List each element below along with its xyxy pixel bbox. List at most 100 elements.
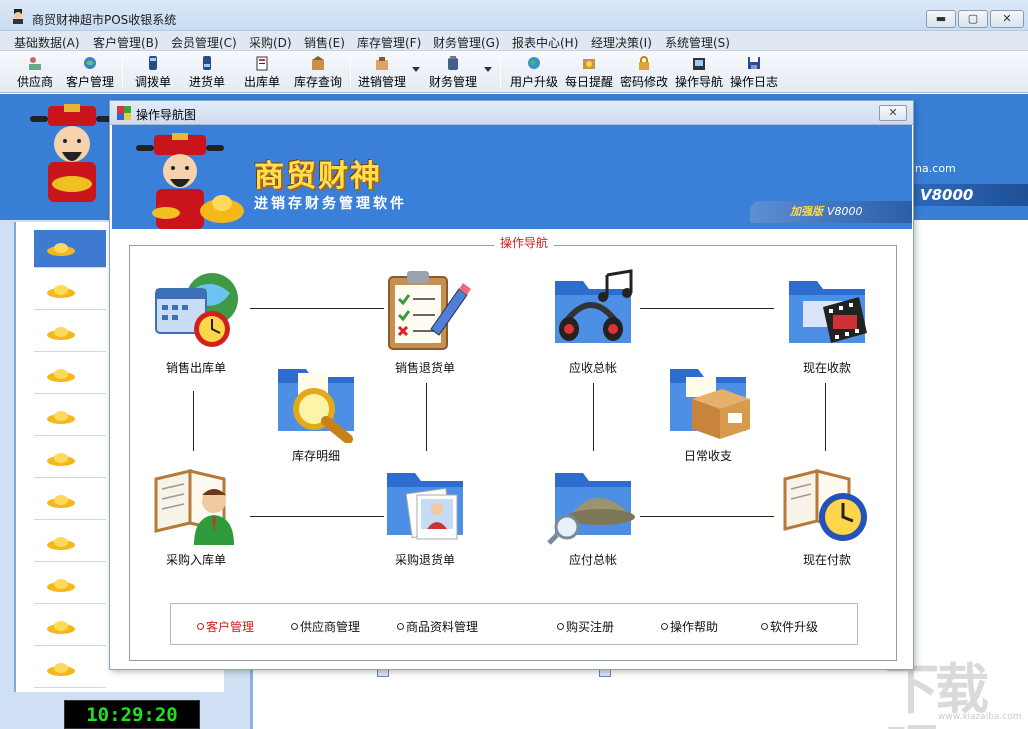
menu-bar: 基础数据(A) 客户管理(B) 会员管理(C) 采购(D) 销售(E) 库存管理…	[0, 31, 1028, 51]
gold-ingot-icon	[47, 621, 75, 634]
window-title: 商贸财神超市POS收银系统	[32, 13, 177, 27]
flow-connector	[640, 308, 774, 309]
menu-system[interactable]: 系统管理(S)	[665, 34, 730, 51]
link-purchase-register[interactable]: 购买注册	[557, 618, 614, 635]
toolbar-separator	[500, 55, 501, 89]
menu-reports[interactable]: 报表中心(H)	[512, 34, 578, 51]
fortune-god-icon	[136, 133, 244, 229]
sidebar-item[interactable]	[34, 566, 106, 604]
supplier-button[interactable]: 供应商	[14, 53, 56, 91]
menu-sales[interactable]: 销售(E)	[304, 34, 345, 51]
daily-reminder-button[interactable]: 每日提醒	[563, 53, 615, 91]
folder-headphones-icon	[555, 269, 633, 343]
menu-inventory[interactable]: 库存管理(F)	[357, 34, 421, 51]
folder-film-icon	[789, 281, 867, 343]
sidebar-item[interactable]	[34, 356, 106, 394]
node-label: 库存明细	[291, 449, 340, 463]
transfer-button[interactable]: 调拨单	[132, 53, 174, 91]
finance-mgmt-button[interactable]: 财务管理	[427, 53, 479, 91]
menu-customer[interactable]: 客户管理(B)	[93, 34, 159, 51]
close-button[interactable]: ✕	[990, 10, 1024, 28]
book-clock-icon	[783, 469, 867, 541]
flow-connector	[825, 383, 826, 451]
globe-icon	[528, 57, 540, 69]
sidebar-item[interactable]	[34, 608, 106, 646]
finance-icon	[448, 56, 458, 70]
node-purchase-return[interactable]: 采购退货单	[365, 459, 485, 568]
node-stock-detail[interactable]: 库存明细	[256, 355, 376, 464]
menu-member[interactable]: 会员管理(C)	[171, 34, 237, 51]
password-change-button[interactable]: 密码修改	[618, 53, 670, 91]
gold-ingot-icon	[47, 369, 75, 382]
operation-navigation-button[interactable]: 操作导航	[673, 53, 725, 91]
node-label: 现在收款	[802, 361, 851, 375]
user-upgrade-button[interactable]: 用户升级	[508, 53, 560, 91]
brand-name: 商贸财神	[254, 159, 382, 194]
sidebar-item[interactable]	[34, 482, 106, 520]
node-cash-payment[interactable]: 现在付款	[767, 459, 887, 568]
node-label: 采购入库单	[165, 553, 226, 567]
link-customer-management[interactable]: 客户管理	[197, 618, 254, 635]
minimize-button[interactable]: ▬	[926, 10, 956, 28]
node-cash-receipt[interactable]: 现在收款	[767, 267, 887, 376]
navigation-cube-icon	[117, 106, 131, 120]
menu-basic-data[interactable]: 基础数据(A)	[14, 34, 80, 51]
folder-helmet-icon	[547, 473, 635, 545]
sidebar-item[interactable]	[34, 230, 106, 268]
navigation-dialog: 操作导航图 ✕ 商贸财神 进销存财务管理软件 加强版 V8000 操作导航 销售…	[109, 100, 914, 670]
folder-magnifier-icon	[278, 369, 354, 443]
node-label: 采购退货单	[394, 553, 455, 567]
gold-ingot-icon	[47, 579, 75, 592]
node-label: 现在付款	[802, 553, 851, 567]
supplier-icon	[29, 57, 41, 70]
app-logo-icon	[13, 9, 23, 24]
save-icon	[748, 57, 760, 69]
operation-log-button[interactable]: 操作日志	[728, 53, 780, 91]
chevron-down-icon[interactable]	[484, 67, 492, 72]
link-supplier-management[interactable]: 供应商管理	[291, 618, 360, 635]
node-label: 销售退货单	[394, 361, 455, 375]
panel-title: 操作导航	[494, 234, 555, 251]
node-daily[interactable]: 日常收支	[648, 355, 768, 464]
node-sales-return[interactable]: 销售退货单	[365, 267, 485, 376]
toolbar-separator	[122, 55, 123, 89]
customer-button[interactable]: 客户管理	[64, 53, 116, 91]
link-operation-help[interactable]: 操作帮助	[661, 618, 718, 635]
outbound-order-button[interactable]: 出库单	[241, 53, 283, 91]
flow-connector	[193, 391, 194, 451]
dialog-banner: 商贸财神 进销存财务管理软件 加强版 V8000	[112, 125, 912, 229]
node-payable[interactable]: 应付总帐	[533, 459, 653, 568]
edition-label: 加强版	[790, 205, 823, 218]
toolbar-separator	[350, 55, 351, 89]
toolbar: 供应商 客户管理 调拨单 进货单 出库单 库存查询 进销管理 财务管理 用户升级…	[0, 51, 1028, 93]
sidebar-item[interactable]	[34, 314, 106, 352]
sidebar-item[interactable]	[34, 524, 106, 562]
navigation-icon	[693, 58, 705, 70]
link-product-management[interactable]: 商品资料管理	[397, 618, 478, 635]
sales-mgmt-button[interactable]: 进销管理	[356, 53, 408, 91]
node-sales-out[interactable]: 销售出库单	[136, 267, 256, 376]
inventory-query-button[interactable]: 库存查询	[291, 53, 345, 91]
sidebar-item[interactable]	[34, 398, 106, 436]
purchase-order-button[interactable]: 进货单	[186, 53, 228, 91]
chevron-down-icon[interactable]	[412, 67, 420, 72]
watermark-url: www.xiazaiba.com	[938, 712, 1022, 722]
menu-purchase[interactable]: 采购(D)	[249, 34, 292, 51]
dialog-close-button[interactable]: ✕	[879, 105, 907, 121]
version-label: V8000	[827, 205, 863, 218]
calendar-clock-icon	[155, 273, 238, 347]
folder-photo-icon	[387, 473, 463, 540]
lock-icon	[639, 56, 649, 70]
maximize-button[interactable]: ▢	[958, 10, 988, 28]
menu-manager[interactable]: 经理决策(I)	[591, 34, 652, 51]
sidebar-item[interactable]	[34, 440, 106, 478]
quick-links-box: 客户管理 供应商管理 商品资料管理 购买注册 操作帮助 软件升级	[170, 603, 858, 645]
node-purchase-in[interactable]: 采购入库单	[136, 459, 256, 568]
edition-version-tab: 加强版 V8000	[750, 201, 912, 223]
node-receivable[interactable]: 应收总帐	[533, 267, 653, 376]
sidebar-item[interactable]	[34, 272, 106, 310]
link-software-upgrade[interactable]: 软件升级	[761, 618, 818, 635]
inventory-icon	[312, 56, 324, 70]
sidebar-item[interactable]	[34, 650, 106, 688]
menu-finance[interactable]: 财务管理(G)	[433, 34, 500, 51]
